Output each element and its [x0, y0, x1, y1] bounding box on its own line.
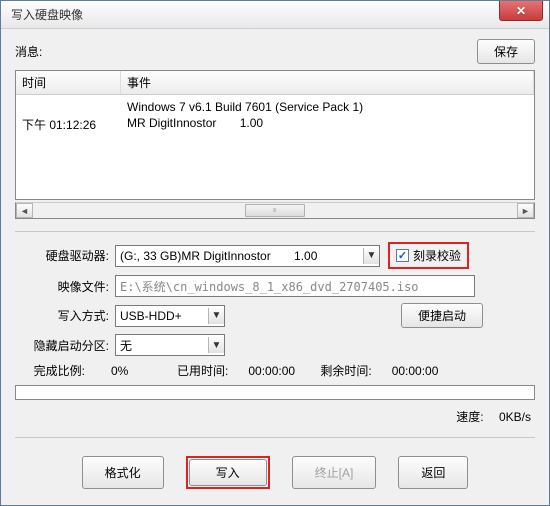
verify-checkbox[interactable]: ✓: [396, 249, 409, 262]
method-label: 写入方式:: [15, 307, 115, 324]
log-event: Windows 7 v6.1 Build 7601 (Service Pack …: [127, 100, 528, 114]
close-button[interactable]: ✕: [499, 1, 543, 21]
ratio-label: 完成比例:: [15, 362, 85, 379]
drive-value: (G:, 33 GB)MR DigitInnostor 1.00: [120, 249, 363, 263]
remain-value: 00:00:00: [378, 364, 439, 378]
write-button-highlight: 写入: [186, 456, 270, 489]
remain-label: 剩余时间:: [320, 362, 371, 379]
log-event: MR DigitInnostor 1.00: [127, 116, 528, 133]
title-bar: 写入硬盘映像 ✕: [1, 1, 549, 29]
chevron-down-icon: ▼: [208, 337, 224, 353]
write-method-select[interactable]: USB-HDD+ ▼: [115, 305, 225, 327]
chevron-down-icon: ▼: [208, 308, 224, 324]
progress-info: 完成比例: 0% 已用时间: 00:00:00 剩余时间: 00:00:00: [15, 362, 535, 379]
drive-label: 硬盘驱动器:: [15, 247, 115, 264]
abort-button[interactable]: 终止[A]: [292, 456, 377, 489]
drive-select[interactable]: (G:, 33 GB)MR DigitInnostor 1.00 ▼: [115, 245, 380, 267]
log-header-time[interactable]: 时间: [16, 71, 121, 94]
log-rows: Windows 7 v6.1 Build 7601 (Service Pack …: [16, 95, 534, 138]
speed-label: 速度:: [456, 410, 483, 424]
image-label: 映像文件:: [15, 278, 115, 295]
ratio-value: 0%: [91, 364, 171, 378]
scroll-track[interactable]: ≡: [33, 204, 517, 217]
log-row[interactable]: 下午 01:12:26 MR DigitInnostor 1.00: [16, 115, 534, 134]
format-button[interactable]: 格式化: [82, 456, 164, 489]
elapsed-label: 已用时间:: [177, 362, 228, 379]
log-header-event[interactable]: 事件: [121, 71, 534, 94]
log-time: 下午 01:12:26: [22, 116, 127, 133]
progress-bar: [15, 385, 535, 400]
separator: [15, 437, 535, 438]
scroll-right-arrow[interactable]: ►: [517, 203, 534, 218]
speed-value: 0KB/s: [499, 410, 531, 424]
method-value: USB-HDD+: [120, 309, 208, 323]
quick-boot-button[interactable]: 便捷启动: [401, 303, 483, 328]
horizontal-scrollbar[interactable]: ◄ ≡ ►: [15, 202, 535, 219]
separator: [15, 231, 535, 232]
window-title: 写入硬盘映像: [11, 6, 83, 23]
scroll-thumb[interactable]: ≡: [245, 204, 305, 217]
hidden-label: 隐藏启动分区:: [15, 337, 115, 354]
save-button[interactable]: 保存: [477, 39, 535, 64]
hidden-partition-select[interactable]: 无 ▼: [115, 334, 225, 356]
hidden-value: 无: [120, 337, 208, 354]
log-header: 时间 事件: [16, 71, 534, 95]
write-button[interactable]: 写入: [189, 459, 267, 486]
content-area: 消息: 保存 时间 事件 Windows 7 v6.1 Build 7601 (…: [1, 29, 549, 501]
log-time: [22, 100, 127, 114]
verify-label: 刻录校验: [413, 247, 461, 264]
message-label: 消息:: [15, 43, 477, 60]
image-path-input[interactable]: [115, 275, 475, 297]
dialog-window: 写入硬盘映像 ✕ 消息: 保存 时间 事件 Windows 7 v6.1 Bui…: [0, 0, 550, 506]
chevron-down-icon: ▼: [363, 248, 379, 264]
log-list: 时间 事件 Windows 7 v6.1 Build 7601 (Service…: [15, 70, 535, 200]
speed-row: 速度: 0KB/s: [15, 404, 535, 425]
verify-checkbox-group: ✓ 刻录校验: [388, 242, 469, 269]
scroll-left-arrow[interactable]: ◄: [16, 203, 33, 218]
log-row[interactable]: Windows 7 v6.1 Build 7601 (Service Pack …: [16, 99, 534, 115]
elapsed-value: 00:00:00: [234, 364, 314, 378]
back-button[interactable]: 返回: [398, 456, 468, 489]
button-row: 格式化 写入 终止[A] 返回: [15, 456, 535, 489]
